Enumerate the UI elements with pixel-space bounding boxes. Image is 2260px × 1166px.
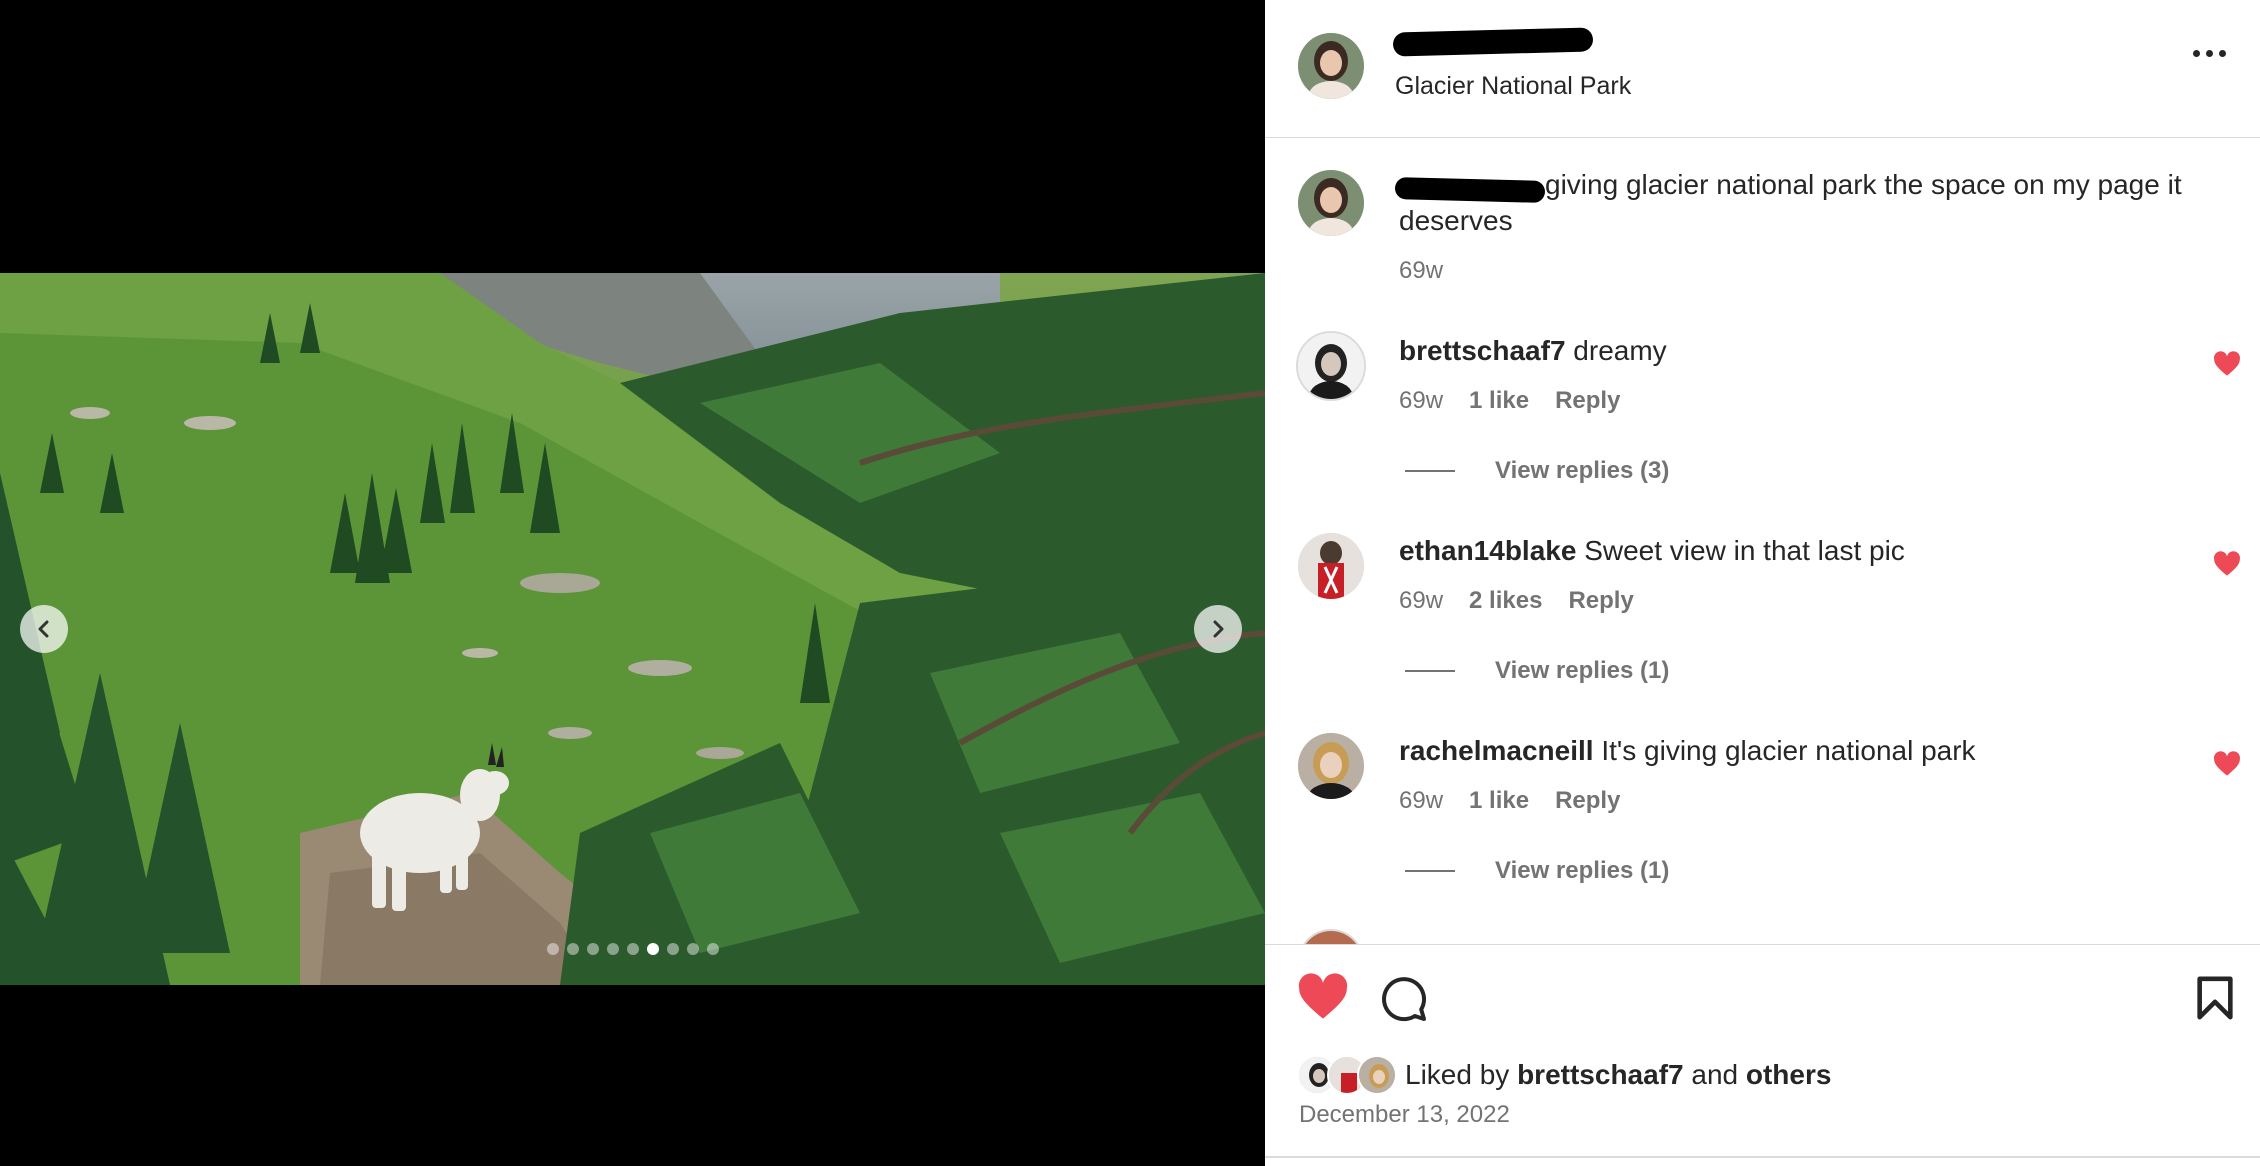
comment-heart-icon[interactable] (2213, 751, 2241, 777)
liked-by-and: and (1691, 1059, 1739, 1090)
comment-likes[interactable]: 1 like (1469, 787, 1529, 815)
liked-by-row: Liked by brettschaaf7 and others (1297, 1055, 1831, 1095)
chevron-right-icon (1213, 620, 1224, 638)
bottom-divider (1265, 1156, 2260, 1158)
view-replies-label: View replies (1) (1495, 857, 1670, 884)
carousel-dot-active (647, 943, 659, 955)
comment-meta: 69w 1 like Reply (1399, 787, 1620, 815)
reply-button[interactable]: Reply (1555, 387, 1620, 415)
view-replies-label: View replies (1) (1495, 657, 1670, 684)
comment-time[interactable]: 69w (1399, 787, 1443, 815)
comment-avatar[interactable] (1298, 733, 1364, 799)
carousel-dot (627, 943, 639, 955)
comment-heart-icon[interactable] (2213, 551, 2241, 577)
replies-divider (1405, 470, 1455, 472)
liked-by-prefix: Liked by (1405, 1059, 1510, 1090)
avatar-image (1298, 533, 1364, 599)
comments-list: giving glacier national park the space o… (1265, 139, 2260, 944)
carousel-dot (707, 943, 719, 955)
comment-body: ethan14blake Sweet view in that last pic (1399, 533, 2199, 569)
liked-by-avatars[interactable] (1297, 1055, 1407, 1095)
liked-by-user[interactable]: brettschaaf7 (1517, 1059, 1684, 1091)
reply-button[interactable]: Reply (1568, 587, 1633, 615)
comment-time[interactable]: 69w (1399, 387, 1443, 415)
comment-likes[interactable]: 1 like (1469, 387, 1529, 415)
view-replies-button[interactable]: View replies (1) (1405, 657, 1669, 685)
post-photo[interactable] (0, 273, 1265, 985)
avatar-image (1300, 931, 1362, 944)
carousel-dot (607, 943, 619, 955)
comment-avatar[interactable] (1298, 533, 1364, 599)
comment-avatar[interactable] (1298, 929, 1364, 944)
media-viewer (0, 0, 1265, 1166)
comment-text: It's giving glacier national park (1601, 735, 1976, 766)
post-location[interactable]: Glacier National Park (1395, 72, 1631, 101)
carousel-dot (547, 943, 559, 955)
liker-avatar (1357, 1055, 1397, 1095)
comment-text: Sweet view in that last pic (1584, 535, 1905, 566)
caption-meta: 69w (1399, 257, 1443, 285)
comment-meta: 69w 2 likes Reply (1399, 587, 1634, 615)
redacted-username (1392, 27, 1594, 57)
view-replies-button[interactable]: View replies (3) (1405, 457, 1669, 485)
liked-by-others-link[interactable]: others (1746, 1059, 1832, 1091)
comment-likes[interactable]: 2 likes (1469, 587, 1542, 615)
carousel-dot (587, 943, 599, 955)
avatar-image (1359, 1057, 1395, 1093)
bookmark-icon[interactable] (2195, 975, 2235, 1021)
caption-time[interactable]: 69w (1399, 257, 1443, 285)
comment-icon[interactable] (1379, 975, 1429, 1023)
replies-divider (1405, 670, 1455, 672)
comment-body: brettschaaf7 dreamy (1399, 333, 2199, 369)
heart-icon[interactable] (1297, 973, 1349, 1021)
carousel-dot (687, 943, 699, 955)
post-date[interactable]: December 13, 2022 (1299, 1101, 1510, 1129)
chevron-left-icon (38, 620, 49, 638)
comment-username[interactable]: rachelmacneill (1399, 735, 1594, 766)
carousel-dot (667, 943, 679, 955)
carousel-dot (567, 943, 579, 955)
comment-time[interactable]: 69w (1399, 587, 1443, 615)
avatar-image (1298, 33, 1364, 99)
comment-heart-icon[interactable] (2213, 351, 2241, 377)
replies-divider (1405, 870, 1455, 872)
reply-button[interactable]: Reply (1555, 787, 1620, 815)
landscape-photo-mountain-goat (0, 273, 1265, 985)
avatar-image (1298, 170, 1364, 236)
post-actions: Liked by brettschaaf7 and others Decembe… (1265, 944, 2260, 1166)
author-avatar[interactable] (1298, 33, 1364, 99)
comment-meta: 69w 1 like Reply (1399, 387, 1620, 415)
comment-avatar[interactable] (1296, 331, 1366, 401)
previous-slide-button[interactable] (20, 605, 68, 653)
carousel-indicator (547, 943, 719, 955)
post-panel: Glacier National Park giving glacier nat… (1265, 0, 2260, 1166)
next-slide-button[interactable] (1194, 605, 1242, 653)
avatar-image (1298, 333, 1364, 399)
comment-body: rachelmacneill It's giving glacier natio… (1399, 733, 2199, 769)
view-replies-label: View replies (3) (1495, 457, 1670, 484)
avatar-image (1298, 733, 1364, 799)
comment-text: dreamy (1573, 335, 1667, 366)
comment-username[interactable]: brettschaaf7 (1399, 335, 1566, 366)
post-header: Glacier National Park (1265, 0, 2260, 138)
caption-text: giving glacier national park the space o… (1399, 169, 2182, 236)
view-replies-button[interactable]: View replies (1) (1405, 857, 1669, 885)
more-options-icon[interactable] (2193, 50, 2226, 57)
caption-author-avatar[interactable] (1298, 170, 1364, 236)
comment-username[interactable]: ethan14blake (1399, 535, 1576, 566)
